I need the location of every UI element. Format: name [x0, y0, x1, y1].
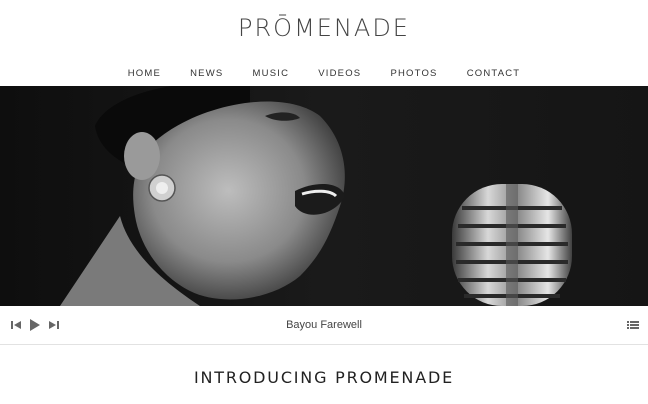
nav-music[interactable]: MUSIC	[253, 68, 290, 79]
nav-contact[interactable]: CONTACT	[467, 68, 521, 79]
track-title: Bayou Farewell	[286, 319, 362, 331]
site-header: PRŌMENADE HOME NEWS MUSIC VIDEOS PHOTOS …	[0, 0, 648, 86]
nav-photos[interactable]: PHOTOS	[390, 68, 437, 79]
main-nav: HOME NEWS MUSIC VIDEOS PHOTOS CONTACT	[0, 61, 648, 80]
audio-player: Bayou Farewell	[0, 306, 648, 345]
hero-photo	[0, 86, 648, 306]
playlist-button[interactable]	[626, 318, 640, 332]
nav-news[interactable]: NEWS	[190, 68, 223, 79]
playlist-icon	[627, 321, 639, 329]
nav-home[interactable]: HOME	[128, 68, 161, 79]
site-logo[interactable]: PRŌMENADE	[0, 14, 648, 42]
section-heading: INTRODUCING PROMENADE	[194, 368, 454, 387]
nav-videos[interactable]: VIDEOS	[318, 68, 361, 79]
hero-image	[0, 86, 648, 306]
